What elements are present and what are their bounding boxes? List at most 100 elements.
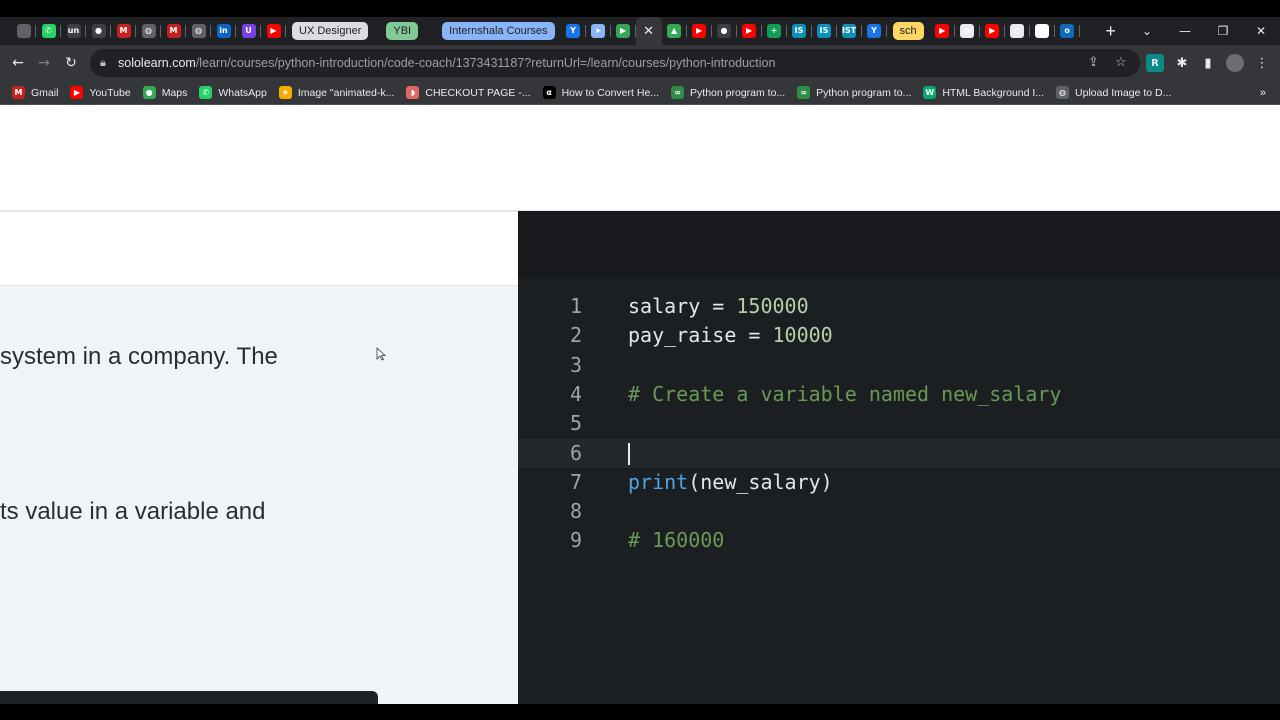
menu-kebab-icon[interactable]: ⋮ [1253,54,1271,72]
pinned-tab[interactable]: ▤ [955,17,980,45]
pinned-tab[interactable]: ▶ [687,17,712,45]
pinned-tab[interactable]: ▶ [737,17,762,45]
restore-button[interactable]: ❐ [1204,24,1242,38]
pinned-tab[interactable]: un [61,17,86,45]
code-line[interactable]: 4 # Create a variable named new_salary [518,380,1280,409]
editor-toolbar [518,211,1280,277]
mouse-cursor-icon [376,347,386,361]
vector-icon: Y [566,24,581,38]
pinned-tab[interactable]: ◍ [186,17,211,45]
globe-icon: ◍ [1056,86,1070,99]
code-line[interactable]: 2 pay_raise = 10000 [518,321,1280,350]
code-text: pay_raise = 10000 [628,323,833,348]
reload-button[interactable]: ↻ [60,52,82,74]
pinned-tab[interactable]: IS [812,17,837,45]
address-bar[interactable]: 🔒︎ sololearn.com/learn/courses/python-in… [90,49,1140,77]
unstop-icon: un [66,24,81,38]
forward-button[interactable]: → [33,52,55,74]
code-line[interactable]: 7 print(new_salary) [518,468,1280,497]
pinned-tab[interactable]: ● [712,17,737,45]
minimize-button[interactable]: — [1166,24,1204,38]
pinned-tab[interactable]: IS [787,17,812,45]
lock-icon[interactable]: 🔒︎ [100,56,116,70]
bookmark-label: Maps [161,86,188,99]
pinned-tab[interactable]: ▲ [662,17,687,45]
pinned-tab[interactable]: Y [862,17,887,45]
bookmark-item[interactable]: α How to Convert He... [542,86,660,99]
pinned-tab[interactable]: ▭ [1030,17,1055,45]
code-editor[interactable]: 1 salary = 150000 2 pay_raise = 10000 3 4 # Cr… [518,211,1280,704]
close-window-button[interactable]: ✕ [1242,24,1280,38]
youtube-icon: ▶ [985,24,1000,38]
active-tab[interactable]: ✕ [635,17,662,45]
code-line[interactable]: 3 [518,351,1280,380]
profile-avatar[interactable] [1226,54,1244,72]
side-panel-icon[interactable]: ▮ [1199,54,1217,72]
pinned-tab[interactable]: ▶ [611,17,636,45]
pinned-tab[interactable]: ➤ [586,17,611,45]
pinned-tab[interactable]: ○ [1005,17,1030,45]
code-line[interactable]: 9 # 160000 [518,526,1280,555]
code-text: # 160000 [628,528,725,553]
pinned-tab[interactable]: o [1055,17,1080,45]
tab-group-internshala-courses[interactable]: Internshala Courses [442,22,555,40]
bookmark-item[interactable]: ★ Image "animated-k... [278,86,394,99]
pinned-tab[interactable]: ✆ [36,17,61,45]
bookmark-item[interactable]: ∞ Python program to... [797,86,911,99]
pinned-tab[interactable]: ● [86,17,111,45]
pinned-tab[interactable]: in [211,17,236,45]
pinned-tab[interactable]: U [236,17,261,45]
bookmarks-more-icon[interactable]: » [1260,87,1266,99]
gmail-icon: M [12,86,25,99]
code-line[interactable]: 5 [518,409,1280,438]
pinned-tab[interactable]: + [762,17,787,45]
bookmark-item[interactable]: ◍ Upload Image to D... [1056,86,1171,99]
bookmark-star-icon[interactable]: ☆ [1115,55,1127,70]
code-line[interactable]: 8 [518,497,1280,526]
pinned-tab[interactable]: ▶ [980,17,1005,45]
image-icon: ▤ [960,24,975,38]
bookmark-label: Upload Image to D... [1075,86,1172,99]
youtube-icon: ▶ [70,86,84,99]
new-tab-button[interactable]: + [1096,21,1126,42]
line-number: 4 [569,381,582,406]
pinned-tab[interactable]: M [111,17,136,45]
tab-group-sch[interactable]: sch [892,22,924,40]
pinned-tab[interactable]: ◍ [136,17,161,45]
bookmark-item[interactable]: ∞ Python program to... [671,86,785,99]
pinned-tab[interactable]: M [161,17,186,45]
bookmark-item[interactable]: ✆ WhatsApp [199,86,267,99]
circle-icon: ○ [1010,24,1025,38]
close-tab-icon[interactable]: ✕ [643,23,654,39]
ist-icon: IST [842,24,856,38]
globe-icon: ◍ [191,24,206,38]
code-line[interactable]: 6 [518,438,1280,468]
pinned-tab[interactable]: Y [561,17,586,45]
vector-icon: Y [867,24,882,38]
url-text[interactable]: sololearn.com/learn/courses/python-intro… [118,56,775,70]
bookmark-label: CHECKOUT PAGE -... [425,86,531,99]
bookmark-item[interactable]: W HTML Background I... [923,86,1044,99]
bookmark-item[interactable]: M Gmail [12,86,58,99]
pinned-tab[interactable]: ▶ [261,17,286,45]
bookmark-item[interactable]: ◗ CHECKOUT PAGE -... [406,86,531,99]
tab-group-ybi[interactable]: YBI [386,22,419,40]
puzzle-extensions-icon[interactable]: ✱ [1173,54,1191,72]
pinned-tab[interactable]: ▶ [930,17,955,45]
task-description-panel: system in a company. The ts value in a v… [0,286,518,704]
pinned-tab[interactable]: IST [837,17,862,45]
bookmark-item[interactable]: ● Maps [142,86,188,99]
tab-search-icon[interactable]: ⌄ [1128,24,1166,38]
youtube-icon: ▶ [935,24,950,38]
bookmark-item[interactable]: ▶ YouTube [70,86,131,99]
code-line[interactable]: 1 salary = 150000 [518,292,1280,321]
gmail-icon: M [116,24,131,38]
pinned-tab[interactable] [11,17,36,45]
bookmark-label: How to Convert He... [561,86,660,99]
back-button[interactable]: ← [7,52,29,74]
tab-group-ux-designer[interactable]: UX Designer [292,22,369,40]
extension-r-icon[interactable]: R [1146,54,1164,72]
star-icon: ★ [278,86,292,99]
share-icon[interactable]: ⇪ [1088,55,1099,70]
bookmark-label: Gmail [31,86,59,99]
